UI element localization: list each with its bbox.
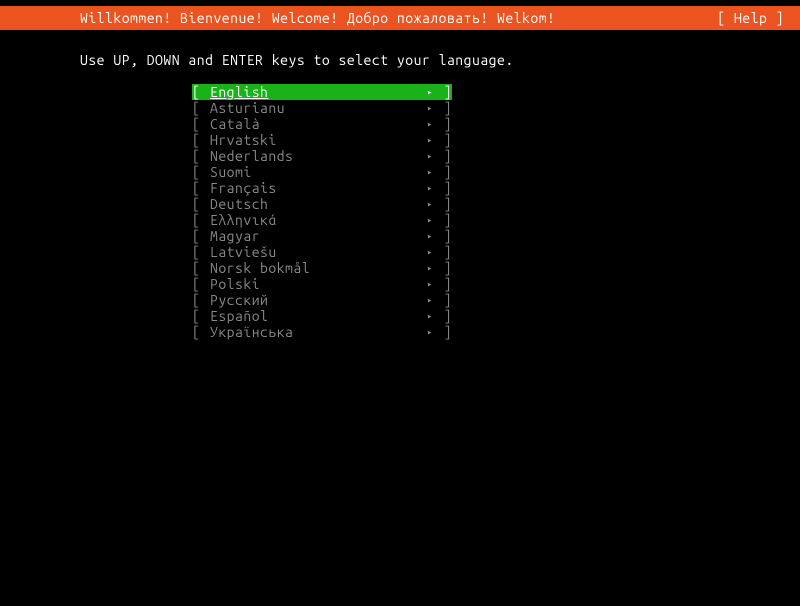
language-label: Français bbox=[208, 180, 424, 196]
language-label: Asturianu bbox=[208, 100, 424, 116]
language-label: Magyar bbox=[208, 228, 424, 244]
language-option[interactable]: [Polski▸] bbox=[192, 276, 452, 292]
submenu-arrow-icon: ▸ bbox=[424, 228, 436, 244]
bracket-close-icon: ] bbox=[436, 100, 452, 116]
bracket-open-icon: [ bbox=[192, 196, 208, 212]
bracket-open-icon: [ bbox=[192, 228, 208, 244]
bracket-close-icon: ] bbox=[436, 148, 452, 164]
submenu-arrow-icon: ▸ bbox=[424, 260, 436, 276]
submenu-arrow-icon: ▸ bbox=[424, 212, 436, 228]
language-option[interactable]: [Español▸] bbox=[192, 308, 452, 324]
submenu-arrow-icon: ▸ bbox=[424, 148, 436, 164]
bracket-open-icon: [ bbox=[192, 180, 208, 196]
submenu-arrow-icon: ▸ bbox=[424, 84, 436, 100]
bracket-close-icon: ] bbox=[436, 292, 452, 308]
language-option[interactable]: [Hrvatski▸] bbox=[192, 132, 452, 148]
instruction-text: Use UP, DOWN and ENTER keys to select yo… bbox=[0, 36, 800, 84]
bracket-close-icon: ] bbox=[436, 276, 452, 292]
bracket-open-icon: [ bbox=[192, 100, 208, 116]
bracket-close-icon: ] bbox=[436, 84, 452, 100]
language-label: Hrvatski bbox=[208, 132, 424, 148]
bracket-open-icon: [ bbox=[192, 148, 208, 164]
bracket-open-icon: [ bbox=[192, 260, 208, 276]
language-option[interactable]: [English▸] bbox=[192, 84, 452, 100]
language-label: Norsk bokmål bbox=[208, 260, 424, 276]
language-label: Nederlands bbox=[208, 148, 424, 164]
language-label: Suomi bbox=[208, 164, 424, 180]
header-title: Willkommen! Bienvenue! Welcome! Добро по… bbox=[80, 10, 555, 26]
bracket-open-icon: [ bbox=[192, 116, 208, 132]
submenu-arrow-icon: ▸ bbox=[424, 324, 436, 340]
language-label: Latviešu bbox=[208, 244, 424, 260]
language-label: Polski bbox=[208, 276, 424, 292]
language-label: Українська bbox=[208, 324, 424, 340]
bracket-close-icon: ] bbox=[436, 196, 452, 212]
submenu-arrow-icon: ▸ bbox=[424, 276, 436, 292]
submenu-arrow-icon: ▸ bbox=[424, 292, 436, 308]
language-option[interactable]: [Français▸] bbox=[192, 180, 452, 196]
language-label: Русский bbox=[208, 292, 424, 308]
submenu-arrow-icon: ▸ bbox=[424, 100, 436, 116]
bracket-close-icon: ] bbox=[436, 228, 452, 244]
language-option[interactable]: [Ελληνικά▸] bbox=[192, 212, 452, 228]
bracket-open-icon: [ bbox=[192, 84, 208, 100]
bracket-close-icon: ] bbox=[436, 212, 452, 228]
bracket-close-icon: ] bbox=[436, 308, 452, 324]
bracket-open-icon: [ bbox=[192, 324, 208, 340]
language-label: Ελληνικά bbox=[208, 212, 424, 228]
bracket-close-icon: ] bbox=[436, 164, 452, 180]
bracket-open-icon: [ bbox=[192, 244, 208, 260]
language-option[interactable]: [Deutsch▸] bbox=[192, 196, 452, 212]
language-label: Español bbox=[208, 308, 424, 324]
language-option[interactable]: [Norsk bokmål▸] bbox=[192, 260, 452, 276]
bracket-open-icon: [ bbox=[192, 212, 208, 228]
bracket-open-icon: [ bbox=[192, 132, 208, 148]
submenu-arrow-icon: ▸ bbox=[424, 116, 436, 132]
language-label: Deutsch bbox=[208, 196, 424, 212]
language-option[interactable]: [Nederlands▸] bbox=[192, 148, 452, 164]
language-label: English bbox=[208, 84, 424, 100]
language-option[interactable]: [Suomi▸] bbox=[192, 164, 452, 180]
language-label: Català bbox=[208, 116, 424, 132]
bracket-close-icon: ] bbox=[436, 244, 452, 260]
bracket-open-icon: [ bbox=[192, 292, 208, 308]
language-list: [English▸][Asturianu▸][Català▸][Hrvatski… bbox=[0, 84, 800, 340]
bracket-close-icon: ] bbox=[436, 260, 452, 276]
bracket-close-icon: ] bbox=[436, 180, 452, 196]
bracket-open-icon: [ bbox=[192, 164, 208, 180]
submenu-arrow-icon: ▸ bbox=[424, 180, 436, 196]
language-option[interactable]: [Magyar▸] bbox=[192, 228, 452, 244]
submenu-arrow-icon: ▸ bbox=[424, 164, 436, 180]
submenu-arrow-icon: ▸ bbox=[424, 196, 436, 212]
language-option[interactable]: [Latviešu▸] bbox=[192, 244, 452, 260]
submenu-arrow-icon: ▸ bbox=[424, 308, 436, 324]
help-button[interactable]: [ Help ] bbox=[717, 10, 784, 26]
language-option[interactable]: [Asturianu▸] bbox=[192, 100, 452, 116]
bracket-close-icon: ] bbox=[436, 132, 452, 148]
submenu-arrow-icon: ▸ bbox=[424, 244, 436, 260]
bracket-open-icon: [ bbox=[192, 276, 208, 292]
bracket-close-icon: ] bbox=[436, 324, 452, 340]
language-option[interactable]: [Català▸] bbox=[192, 116, 452, 132]
header-bar: Willkommen! Bienvenue! Welcome! Добро по… bbox=[0, 6, 800, 30]
bracket-close-icon: ] bbox=[436, 116, 452, 132]
language-option[interactable]: [Українська▸] bbox=[192, 324, 452, 340]
submenu-arrow-icon: ▸ bbox=[424, 132, 436, 148]
bracket-open-icon: [ bbox=[192, 308, 208, 324]
language-option[interactable]: [Русский▸] bbox=[192, 292, 452, 308]
